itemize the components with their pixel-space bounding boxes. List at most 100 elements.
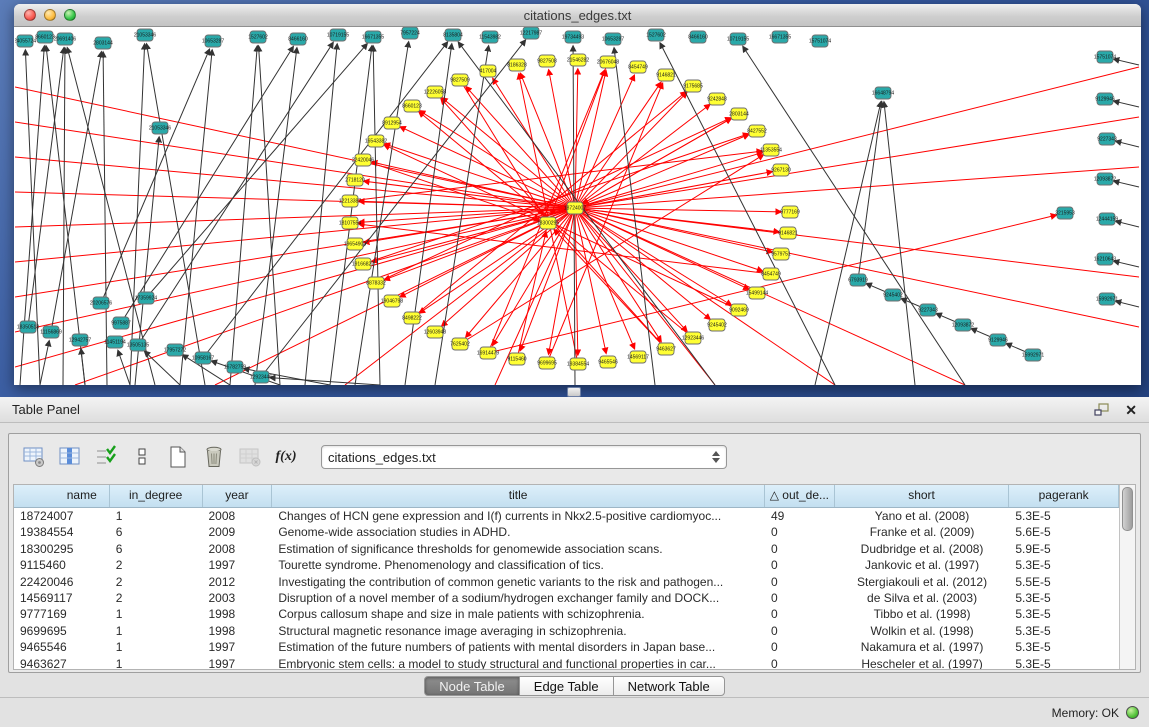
cell-out_degree[interactable]: 0: [765, 639, 835, 655]
cell-out_degree[interactable]: 0: [765, 606, 835, 622]
graph-node[interactable]: 16543382: [365, 135, 387, 147]
graph-node[interactable]: 12942757: [69, 334, 91, 346]
graph-node[interactable]: 2718120: [345, 174, 365, 186]
cell-title[interactable]: Corpus callosum shape and size in male p…: [272, 606, 765, 622]
cell-short[interactable]: Franke et al. (2009): [835, 524, 1010, 540]
minimize-window-icon[interactable]: [44, 9, 56, 21]
graph-node[interactable]: 16210643: [1094, 253, 1116, 265]
cell-title[interactable]: Changes of HCN gene expression and I(f) …: [272, 508, 765, 524]
cell-out_degree[interactable]: 49: [765, 508, 835, 524]
table-selector-dropdown[interactable]: citations_edges.txt: [321, 445, 727, 469]
graph-node[interactable]: 16914479: [477, 347, 499, 359]
graph-node[interactable]: 1527602: [248, 31, 268, 43]
cell-short[interactable]: Wolkin et al. (1998): [835, 623, 1010, 639]
graph-node[interactable]: 12093872: [1094, 173, 1116, 185]
cell-name[interactable]: 9115460: [14, 557, 110, 573]
cell-short[interactable]: Yano et al. (2008): [835, 508, 1010, 524]
cell-pagerank[interactable]: 5.3E-5: [1009, 508, 1119, 524]
cell-in_degree[interactable]: 2: [110, 557, 203, 573]
graph-node[interactable]: 11156869: [40, 326, 62, 338]
graph-node[interactable]: 15751074: [1094, 51, 1116, 63]
column-header-short[interactable]: short: [835, 485, 1010, 507]
cell-name[interactable]: 14569117: [14, 590, 110, 606]
cell-pagerank[interactable]: 5.9E-5: [1009, 541, 1119, 557]
graph-node[interactable]: 8466160: [288, 33, 308, 45]
graph-node[interactable]: 9242848: [707, 93, 727, 105]
scrollbar-thumb[interactable]: [1122, 487, 1133, 531]
graph-node[interactable]: 12213387: [339, 195, 361, 207]
graph-node[interactable]: 13505135: [127, 339, 149, 351]
network-canvas[interactable]: 1872400718300295977716991468219579751845…: [15, 27, 1140, 385]
cell-out_degree[interactable]: 0: [765, 541, 835, 557]
graph-node[interactable]: 20206576: [90, 297, 112, 309]
graph-node[interactable]: 12093872: [952, 319, 974, 331]
column-header-out_degree[interactable]: △ out_de...: [765, 485, 835, 507]
tab-network-table[interactable]: Network Table: [613, 676, 725, 696]
graph-node[interactable]: 10653287: [602, 33, 624, 45]
graph-node[interactable]: 9245402: [883, 289, 903, 301]
graph-node[interactable]: 417004: [480, 65, 497, 77]
graph-node[interactable]: 9146821: [778, 227, 798, 239]
graph-node[interactable]: 16671355: [769, 31, 791, 43]
graph-node[interactable]: 20691406: [54, 33, 76, 45]
cell-in_degree[interactable]: 2: [110, 590, 203, 606]
cell-in_degree[interactable]: 1: [110, 508, 203, 524]
graph-node[interactable]: 10653287: [202, 35, 224, 47]
zoom-window-icon[interactable]: [64, 9, 76, 21]
cell-in_degree[interactable]: 1: [110, 656, 203, 669]
graph-node[interactable]: 12444159: [1096, 213, 1118, 225]
cell-title[interactable]: Estimation of the future numbers of pati…: [272, 639, 765, 655]
cell-out_degree[interactable]: 0: [765, 524, 835, 540]
graph-node[interactable]: 8454749: [628, 61, 648, 73]
graph-node[interactable]: 16671355: [362, 31, 384, 43]
graph-node[interactable]: 19654903: [344, 238, 366, 250]
graph-node[interactable]: 8427552: [747, 125, 767, 137]
cell-short[interactable]: Tibbo et al. (1998): [835, 606, 1010, 622]
row-height-icon[interactable]: [127, 442, 157, 472]
graph-node[interactable]: 16648794: [872, 87, 894, 99]
graph-node[interactable]: 15992971: [1096, 293, 1118, 305]
cell-short[interactable]: Nakamura et al. (1997): [835, 639, 1010, 655]
column-selection-icon[interactable]: [91, 442, 121, 472]
graph-node[interactable]: 18350513: [17, 321, 39, 333]
graph-node[interactable]: 18107554: [339, 217, 361, 229]
cell-year[interactable]: 1997: [203, 639, 273, 655]
graph-node[interactable]: 9267130: [771, 164, 791, 176]
cell-out_degree[interactable]: 0: [765, 590, 835, 606]
graph-node[interactable]: 8878332: [366, 277, 386, 289]
graph-node[interactable]: 11353554: [760, 144, 782, 156]
graph-node[interactable]: 19046798: [381, 295, 403, 307]
graph-node[interactable]: 8454749: [761, 268, 781, 280]
cell-year[interactable]: 1997: [203, 656, 273, 669]
graph-node[interactable]: 9092469: [729, 304, 749, 316]
graph-node[interactable]: 9827509: [450, 74, 470, 86]
cell-short[interactable]: Hescheler et al. (1997): [835, 656, 1010, 669]
graph-node[interactable]: 21546282: [567, 54, 589, 66]
cell-name[interactable]: 9699695: [14, 623, 110, 639]
graph-node[interactable]: 12226058: [424, 86, 446, 98]
graph-node[interactable]: 21053346: [149, 122, 171, 134]
column-header-title[interactable]: title: [272, 485, 765, 507]
cell-short[interactable]: Stergiakouli et al. (2012): [835, 574, 1010, 590]
graph-node[interactable]: 8186328: [507, 59, 527, 71]
graph-node[interactable]: 9699695: [537, 357, 557, 369]
cell-title[interactable]: Structural magnetic resonance image aver…: [272, 623, 765, 639]
graph-node[interactable]: 15499144: [746, 287, 768, 299]
graph-node[interactable]: 10719155: [727, 33, 749, 45]
cell-name[interactable]: 9463627: [14, 656, 110, 669]
graph-node[interactable]: 9465546: [598, 356, 618, 368]
graph-node[interactable]: 8498222: [402, 312, 422, 324]
cell-out_degree[interactable]: 0: [765, 557, 835, 573]
cell-in_degree[interactable]: 1: [110, 639, 203, 655]
cell-title[interactable]: Tourette syndrome. Phenomenology and cla…: [272, 557, 765, 573]
cell-name[interactable]: 18300295: [14, 541, 110, 557]
graph-node[interactable]: 8660123: [402, 100, 422, 112]
cell-year[interactable]: 2012: [203, 574, 273, 590]
cell-year[interactable]: 2009: [203, 524, 273, 540]
cell-year[interactable]: 2008: [203, 508, 273, 524]
delete-trash-icon[interactable]: [199, 442, 229, 472]
graph-node[interactable]: 2803144: [729, 108, 749, 120]
graph-node[interactable]: 9129946: [988, 334, 1008, 346]
cell-short[interactable]: de Silva et al. (2003): [835, 590, 1010, 606]
cell-name[interactable]: 22420046: [14, 574, 110, 590]
